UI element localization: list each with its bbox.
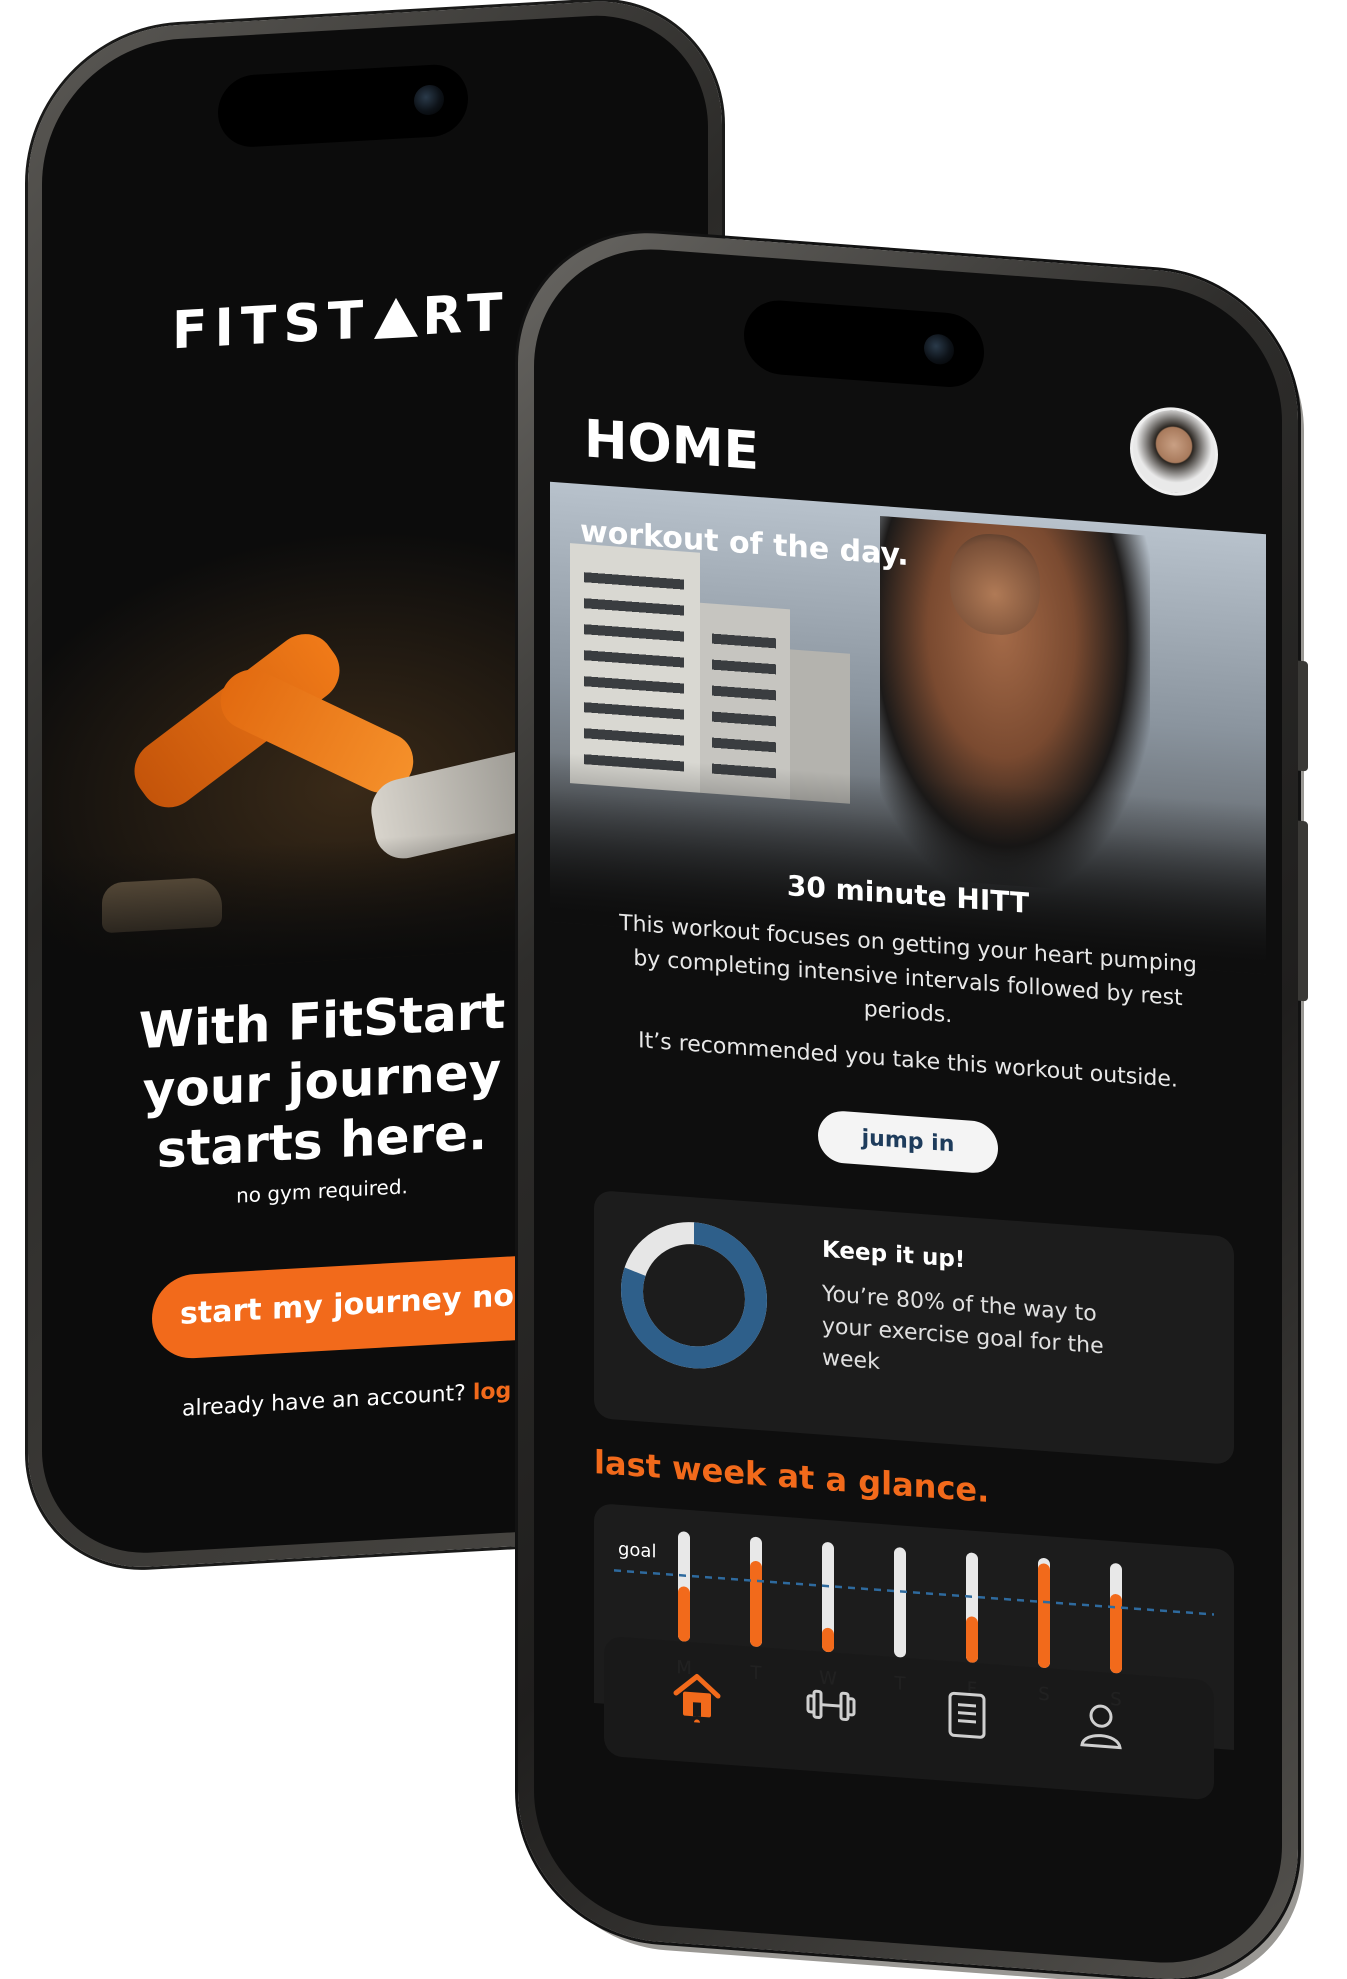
building-windows: [712, 623, 776, 779]
home-icon: [673, 1673, 721, 1726]
progress-title: Keep it up!: [822, 1236, 966, 1274]
camera-icon: [414, 84, 444, 116]
bar: [750, 1561, 762, 1647]
home-phone: HOME workout of the day. 30 minute HITT …: [518, 223, 1308, 1979]
bar: [1038, 1563, 1050, 1669]
account-prompt-text: already have an account?: [182, 1380, 466, 1422]
bar: [966, 1616, 978, 1663]
bar: [678, 1586, 690, 1642]
bar: [1110, 1594, 1122, 1674]
goal-label: goal: [618, 1539, 656, 1563]
dynamic-island: [744, 297, 984, 390]
nav-workouts[interactable]: [804, 1676, 858, 1734]
profile-icon: [1080, 1704, 1122, 1750]
weekly-summary-title: last week at a glance.: [594, 1442, 990, 1510]
side-button-lower[interactable]: [1298, 820, 1308, 1002]
dynamic-island: [218, 62, 468, 149]
progress-ring: [621, 1222, 767, 1369]
progress-message: You’re 80% of the way to your exercise g…: [822, 1281, 1104, 1375]
camera-icon: [924, 333, 954, 366]
nav-home[interactable]: [670, 1667, 724, 1726]
page-title: HOME: [584, 409, 759, 483]
home-screen: HOME workout of the day. 30 minute HITT …: [534, 240, 1282, 1972]
notebook-icon: [948, 1691, 986, 1739]
bar-track: [894, 1547, 906, 1658]
account-prompt: already have an account? log in: [182, 1377, 542, 1422]
building-windows: [584, 564, 684, 772]
side-button-upper[interactable]: [1298, 660, 1308, 772]
fitstart-logo: FITST RT: [172, 282, 510, 362]
avatar[interactable]: [1130, 404, 1218, 499]
jump-in-button[interactable]: jump in: [818, 1109, 998, 1175]
logo-triangle-icon: [374, 296, 419, 340]
nav-profile[interactable]: [1074, 1696, 1128, 1754]
dumbbell-icon: [806, 1689, 856, 1721]
progress-card[interactable]: Keep it up! You’re 80% of the way to you…: [594, 1189, 1234, 1465]
nav-log[interactable]: [940, 1686, 994, 1744]
goal-line: [614, 1569, 1214, 1616]
bar: [822, 1627, 834, 1653]
